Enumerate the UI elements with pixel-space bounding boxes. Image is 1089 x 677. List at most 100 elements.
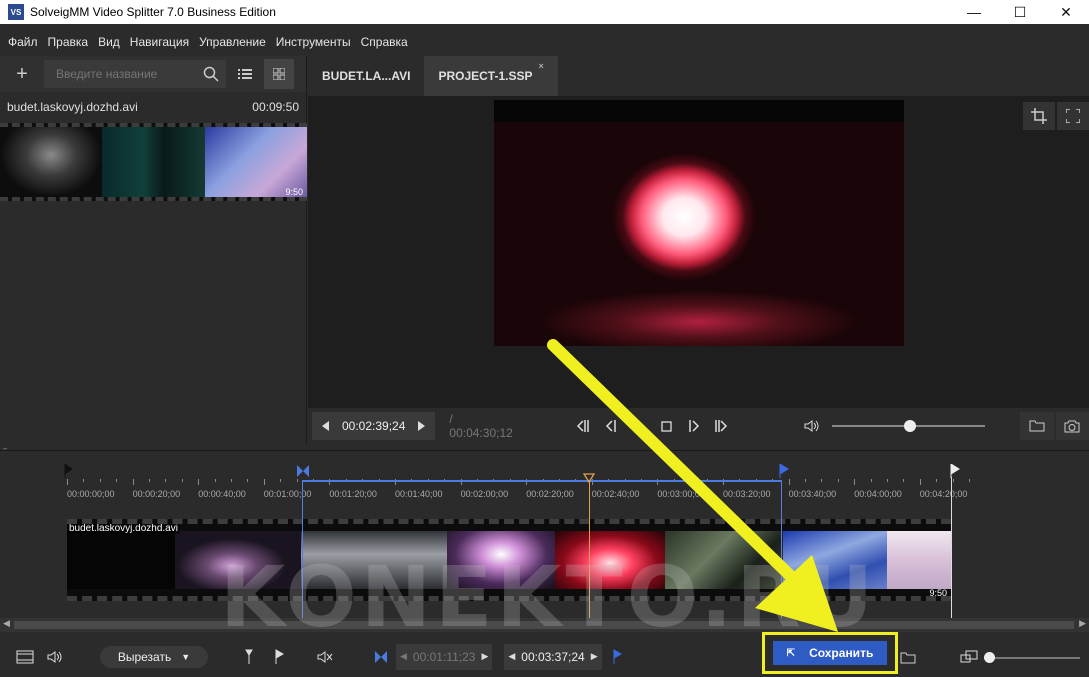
ruler-minor-tick — [821, 479, 823, 482]
cut-mode-label: Вырезать — [117, 649, 172, 664]
speaker-icon — [47, 650, 62, 663]
skip-to-next-marker-icon — [715, 420, 728, 432]
caret-left-icon[interactable]: ◀ — [400, 651, 407, 662]
grid-view-button[interactable] — [264, 59, 294, 89]
volume-slider[interactable] — [831, 420, 985, 432]
open-folder-button[interactable] — [1020, 412, 1054, 440]
ruler-tick — [263, 479, 265, 485]
stop-button[interactable] — [652, 412, 680, 440]
mute-button[interactable] — [310, 643, 340, 671]
ruler-minor-tick — [969, 479, 970, 482]
minimize-button[interactable]: — — [951, 0, 997, 24]
scroll-right-icon[interactable]: ▶ — [1079, 618, 1086, 629]
frame-back-button[interactable] — [316, 412, 336, 440]
ruler-tick-label: 00:02:40;00 — [591, 489, 640, 499]
library-file-info[interactable]: budet.laskovyj.dozhd.avi 00:09:50 — [0, 92, 306, 116]
add-file-button[interactable]: + — [0, 56, 44, 92]
library-file-thumbnail[interactable]: 9:50 — [0, 123, 307, 201]
end-time-box: ◀ 00:03:37;24 ▶ — [504, 643, 602, 670]
next-frame-button[interactable] — [680, 412, 708, 440]
track-file-name: budet.laskovyj.dozhd.avi — [67, 523, 180, 534]
save-icon: ⇱ — [786, 647, 796, 659]
fullscreen-button[interactable] — [1057, 102, 1089, 130]
menu-control[interactable]: Управление — [194, 35, 271, 49]
menu-tools[interactable]: Инструменты — [271, 35, 356, 49]
ruler-tick-label: 00:01:00;00 — [263, 489, 312, 499]
set-marker-in-button[interactable] — [234, 643, 264, 671]
ruler-minor-tick — [181, 479, 183, 482]
volume-knob[interactable] — [903, 420, 916, 432]
ruler-minor-tick — [214, 479, 216, 482]
selection-start-marker-icon[interactable] — [296, 464, 310, 478]
app-logo: VS — [8, 4, 24, 20]
folder-icon — [1029, 420, 1045, 432]
ruler-minor-tick — [296, 479, 298, 482]
folder-icon — [900, 652, 916, 664]
skip-to-prev-marker-icon — [577, 420, 590, 432]
ruler-tick — [132, 479, 134, 485]
chevron-down-icon: ▼ — [181, 651, 191, 662]
tab-media-file[interactable]: BUDET.LA...AVI — [308, 56, 424, 96]
snapshot-button[interactable] — [1055, 412, 1089, 440]
end-time-field[interactable]: 00:03:37;24 — [515, 650, 590, 664]
video-frame-image — [494, 122, 904, 346]
timeline-end-marker-icon[interactable] — [950, 464, 960, 478]
library-toolbar: + — [0, 56, 306, 92]
caret-right-icon[interactable]: ▶ — [481, 651, 488, 662]
timeline-start-marker-icon[interactable] — [63, 464, 73, 478]
prev-marker-button[interactable] — [570, 412, 598, 440]
film-strip-icon — [16, 650, 34, 663]
caret-left-icon[interactable]: ◀ — [508, 651, 515, 662]
search-input[interactable] — [44, 60, 196, 88]
speaker-icon — [804, 420, 819, 432]
media-library-panel: + budet.laskovyj.dozhd.avi 00:09:50 9:50 — [0, 56, 307, 444]
selection-start-button[interactable] — [366, 643, 396, 671]
tab-project[interactable]: PROJECT-1.SSP × — [424, 56, 558, 96]
frame-forward-button[interactable] — [411, 412, 431, 440]
ruler-minor-tick — [805, 479, 806, 482]
end-marker-icon — [613, 648, 622, 664]
crop-button[interactable] — [1023, 102, 1055, 130]
selection-end-marker-icon[interactable] — [779, 464, 789, 478]
menu-help[interactable]: Справка — [356, 35, 413, 49]
ruler-tick — [854, 479, 856, 485]
menu-file[interactable]: Файл — [3, 35, 43, 49]
zoom-knob[interactable] — [984, 652, 995, 663]
close-button[interactable]: ✕ — [1043, 0, 1089, 24]
selection-end-button[interactable] — [602, 643, 632, 671]
start-time-field[interactable]: 00:01:11;23 — [407, 650, 482, 664]
current-time-field[interactable]: 00:02:39;24 — [336, 419, 411, 433]
cut-mode-dropdown[interactable]: Вырезать ▼ — [100, 645, 208, 668]
play-button[interactable] — [625, 412, 653, 440]
menu-navigation[interactable]: Навигация — [125, 35, 194, 49]
maximize-button[interactable]: ☐ — [997, 0, 1043, 24]
time-ruler[interactable]: 00:00:00;00 00:00:20;00 00:00:40;00 00:01:0… — [64, 479, 970, 501]
audio-track-button[interactable] — [40, 643, 70, 671]
ruler-minor-tick — [903, 479, 905, 482]
window-title: SolveigMM Video Splitter 7.0 Business Ed… — [30, 5, 276, 19]
zoom-slider[interactable] — [984, 652, 1080, 663]
document-tabs: BUDET.LA...AVI PROJECT-1.SSP × — [308, 56, 1089, 96]
tab-project-label: PROJECT-1.SSP — [438, 69, 533, 83]
next-marker-button[interactable] — [708, 412, 736, 440]
output-folder-button[interactable] — [893, 644, 923, 672]
caret-right-icon[interactable]: ▶ — [591, 651, 598, 662]
prev-frame-button[interactable] — [597, 412, 625, 440]
set-marker-out-button[interactable] — [264, 643, 294, 671]
tab-close-icon[interactable]: × — [538, 61, 543, 71]
video-preview — [494, 100, 904, 346]
ruler-minor-tick — [165, 479, 167, 482]
ruler-tick-label: 00:04:20;00 — [919, 489, 968, 499]
menu-edit[interactable]: Правка — [43, 35, 94, 49]
ruler-tick-label: 00:03:00;00 — [657, 489, 705, 499]
search-button[interactable] — [196, 60, 226, 88]
thumb-frame-2 — [102, 127, 205, 197]
video-viewer — [308, 96, 1089, 408]
volume-button[interactable] — [798, 412, 826, 440]
list-view-button[interactable] — [230, 59, 260, 89]
ruler-minor-tick — [149, 479, 150, 482]
batch-mode-button[interactable] — [10, 643, 40, 671]
selection-range-bar — [302, 480, 782, 482]
scroll-left-icon[interactable]: ◀ — [3, 618, 10, 629]
menu-view[interactable]: Вид — [93, 35, 125, 49]
